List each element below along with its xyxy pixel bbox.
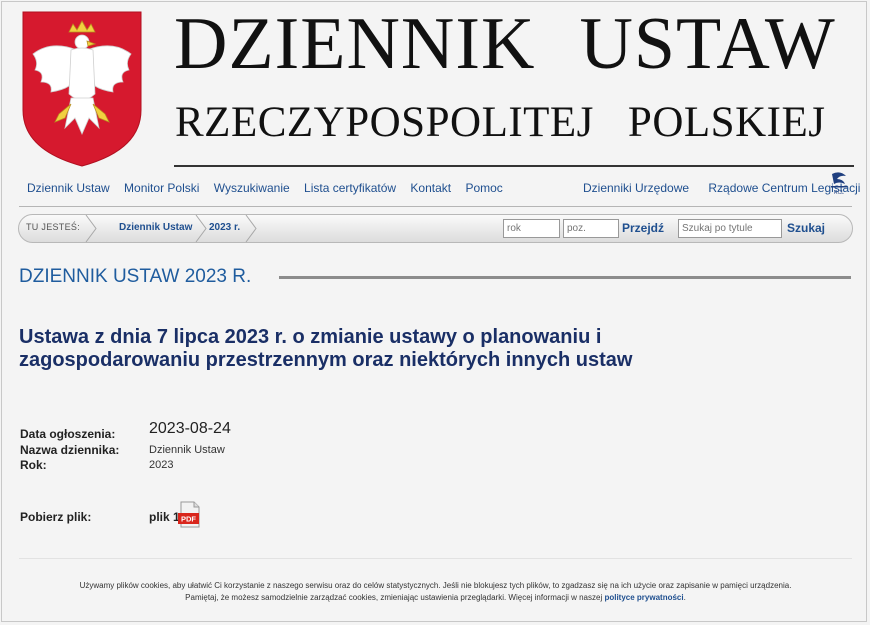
main-nav: Dziennik Ustaw Monitor Polski Wyszukiwan…	[27, 181, 514, 195]
search-button[interactable]: Szukaj	[787, 221, 825, 235]
journal-label: Nazwa dziennika:	[20, 443, 120, 457]
secondary-nav: Dzienniki Urzędowe Rządowe Centrum Legis…	[583, 181, 870, 195]
pdf-icon[interactable]: PDF	[178, 501, 202, 528]
date-value: 2023-08-24	[149, 420, 231, 437]
nav-divider	[19, 206, 852, 207]
header-divider	[174, 165, 854, 167]
site-subtitle-word2: POLSKIEJ	[627, 99, 826, 146]
cookie-text-line2: Pamiętaj, że możesz samodzielnie zarządz…	[185, 593, 603, 602]
breadcrumb-separator-icon	[85, 214, 97, 243]
site-subtitle-word1: RZECZYPOSPOLITEJ	[175, 99, 594, 146]
site-title-word2: USTAW	[579, 3, 836, 85]
section-heading: DZIENNIK USTAW 2023 R.	[19, 266, 252, 287]
site-title-word1: DZIENNIK	[174, 3, 536, 85]
breadcrumb-item-dziennik-ustaw[interactable]: Dziennik Ustaw	[119, 222, 192, 233]
polish-emblem-icon	[22, 11, 142, 167]
nav-item-dzienniki-urzedowe[interactable]: Dzienniki Urzędowe	[583, 181, 689, 195]
go-button[interactable]: Przejdź	[622, 221, 664, 235]
site-title: DZIENNIK USTAW	[174, 4, 836, 84]
breadcrumb-separator-icon	[195, 214, 207, 243]
title-search-input[interactable]	[678, 219, 782, 238]
nav-item-wyszukiwanie[interactable]: Wyszukiwanie	[214, 181, 290, 195]
rcl-logo-text: RCL	[834, 190, 844, 196]
site-subtitle: RZECZYPOSPOLITEJ POLSKIEJ	[175, 98, 825, 148]
date-label: Data ogłoszenia:	[20, 427, 116, 441]
year-label: Rok:	[20, 458, 47, 472]
breadcrumb-item-2023[interactable]: 2023 r.	[209, 222, 240, 233]
nav-item-lista-certyfikatow[interactable]: Lista certyfikatów	[304, 181, 396, 195]
rcl-logo-icon[interactable]: RCL	[828, 170, 850, 196]
nav-item-dziennik-ustaw[interactable]: Dziennik Ustaw	[27, 181, 110, 195]
breadcrumb-label: TU JESTEŚ:	[26, 222, 81, 232]
file-link[interactable]: plik 1	[149, 510, 180, 524]
cookie-text-end: .	[683, 593, 686, 602]
cookie-divider	[19, 558, 852, 559]
year-value: 2023	[149, 459, 174, 471]
cookie-notice: Używamy plików cookies, aby ułatwić Ci k…	[19, 580, 852, 604]
pdf-icon-text: PDF	[181, 515, 196, 524]
section-divider	[279, 276, 851, 279]
document-title: Ustawa z dnia 7 lipca 2023 r. o zmianie …	[19, 326, 633, 371]
cookie-text-line1: Używamy plików cookies, aby ułatwić Ci k…	[79, 581, 792, 590]
nav-item-kontakt[interactable]: Kontakt	[410, 181, 451, 195]
journal-value: Dziennik Ustaw	[149, 444, 225, 456]
nav-item-pomoc[interactable]: Pomoc	[465, 181, 502, 195]
position-input[interactable]	[563, 219, 619, 238]
cookie-text-line2-wrapper: Pamiętaj, że możesz samodzielnie zarządz…	[19, 592, 852, 604]
nav-item-monitor-polski[interactable]: Monitor Polski	[124, 181, 199, 195]
year-input[interactable]	[503, 219, 560, 238]
download-label: Pobierz plik:	[20, 510, 92, 524]
privacy-policy-link[interactable]: polityce prywatności	[604, 593, 683, 602]
breadcrumb-separator-icon	[245, 214, 257, 243]
